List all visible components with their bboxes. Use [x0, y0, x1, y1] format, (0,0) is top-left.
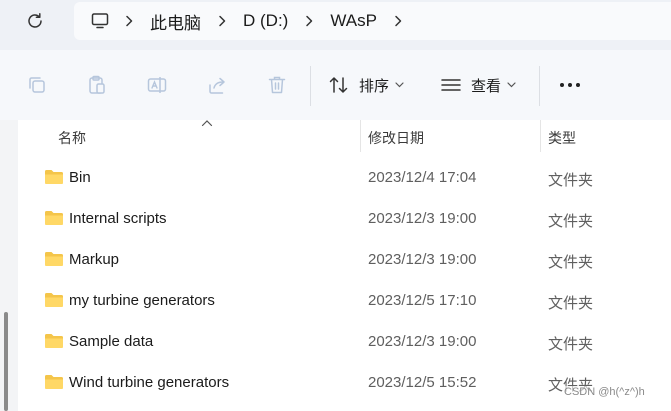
chevron-down-icon — [507, 82, 516, 88]
file-modified: 2023/12/5 17:10 — [368, 292, 477, 309]
folder-icon — [45, 252, 63, 266]
file-modified: 2023/12/3 19:00 — [368, 333, 477, 350]
file-name: my turbine generators — [69, 292, 215, 309]
rename-icon — [147, 77, 167, 93]
file-name: Bin — [69, 169, 91, 186]
toolbar-divider — [539, 66, 540, 106]
vertical-scrollbar[interactable] — [0, 120, 18, 411]
breadcrumb-wasp[interactable]: WAsP — [326, 11, 381, 31]
share-button[interactable] — [202, 70, 232, 100]
share-icon — [209, 77, 225, 94]
sort-ascending-icon — [201, 120, 213, 127]
more-icon — [568, 83, 572, 87]
chevron-right-icon[interactable] — [112, 2, 146, 40]
folder-icon — [45, 211, 63, 225]
file-type: 文件夹 — [548, 295, 594, 312]
file-modified: 2023/12/3 19:00 — [368, 210, 477, 227]
copy-icon — [29, 77, 45, 93]
address-row: 此电脑 D (D:) WAsP — [0, 0, 671, 44]
file-name: Markup — [69, 251, 120, 268]
folder-icon — [45, 170, 63, 184]
file-row[interactable]: Markup 2023/12/3 19:00 文件夹 — [18, 240, 671, 281]
rename-button[interactable] — [142, 70, 172, 100]
refresh-button[interactable] — [18, 6, 52, 36]
file-type: 文件夹 — [548, 254, 594, 271]
command-bar: 排序 查看 — [0, 50, 671, 120]
delete-icon — [268, 76, 286, 94]
file-list: 名称 修改日期 类型 Bin 2023/12/4 17:04 文件夹 Inter… — [18, 120, 671, 411]
column-header-modified[interactable]: 修改日期 — [368, 128, 424, 148]
sort-label: 排序 — [359, 77, 390, 95]
scrollbar-thumb[interactable] — [4, 312, 8, 411]
file-name: Internal scripts — [69, 210, 167, 227]
view-icon — [441, 79, 461, 91]
breadcrumb-drive-d[interactable]: D (D:) — [239, 11, 292, 31]
folder-icon — [45, 375, 63, 389]
file-row[interactable]: Internal scripts 2023/12/3 19:00 文件夹 — [18, 199, 671, 240]
column-header-row: 名称 修改日期 类型 — [18, 120, 671, 152]
folder-icon — [45, 334, 63, 348]
column-header-type[interactable]: 类型 — [548, 128, 576, 148]
file-modified: 2023/12/3 19:00 — [368, 251, 477, 268]
chevron-right-icon[interactable] — [205, 2, 239, 40]
file-name: Sample data — [69, 333, 154, 350]
breadcrumb-this-pc[interactable]: 此电脑 — [146, 9, 205, 34]
paste-button[interactable] — [82, 70, 112, 100]
address-bar[interactable]: 此电脑 D (D:) WAsP — [74, 2, 671, 40]
sort-button[interactable]: 排序 — [328, 68, 404, 102]
file-modified: 2023/12/4 17:04 — [368, 169, 477, 186]
file-type: 文件夹 — [548, 172, 594, 189]
watermark-text: CSDN @h(^z^)h — [564, 386, 645, 398]
view-label: 查看 — [471, 77, 502, 95]
sort-icon — [329, 77, 348, 93]
more-options-button[interactable] — [556, 74, 584, 96]
file-modified: 2023/12/5 15:52 — [368, 374, 477, 391]
copy-button[interactable] — [22, 70, 52, 100]
column-divider[interactable] — [360, 120, 361, 152]
chevron-right-icon[interactable] — [381, 2, 415, 40]
refresh-icon — [28, 13, 42, 28]
toolbar-divider — [310, 66, 311, 106]
more-icon — [576, 83, 580, 87]
more-icon — [560, 83, 564, 87]
column-header-name[interactable]: 名称 — [58, 128, 86, 148]
chevron-down-icon — [395, 82, 404, 88]
file-type: 文件夹 — [548, 213, 594, 230]
paste-icon — [89, 75, 105, 94]
file-row[interactable]: my turbine generators 2023/12/5 17:10 文件… — [18, 281, 671, 322]
folder-icon — [45, 293, 63, 307]
file-row[interactable]: Bin 2023/12/4 17:04 文件夹 — [18, 158, 671, 199]
chevron-right-icon[interactable] — [292, 2, 326, 40]
file-row[interactable]: Sample data 2023/12/3 19:00 文件夹 — [18, 322, 671, 363]
file-name: Wind turbine generators — [69, 374, 230, 391]
view-button[interactable]: 查看 — [440, 68, 516, 102]
file-type: 文件夹 — [548, 336, 594, 353]
column-divider[interactable] — [540, 120, 541, 152]
computer-icon[interactable] — [88, 9, 112, 33]
delete-button[interactable] — [262, 70, 292, 100]
